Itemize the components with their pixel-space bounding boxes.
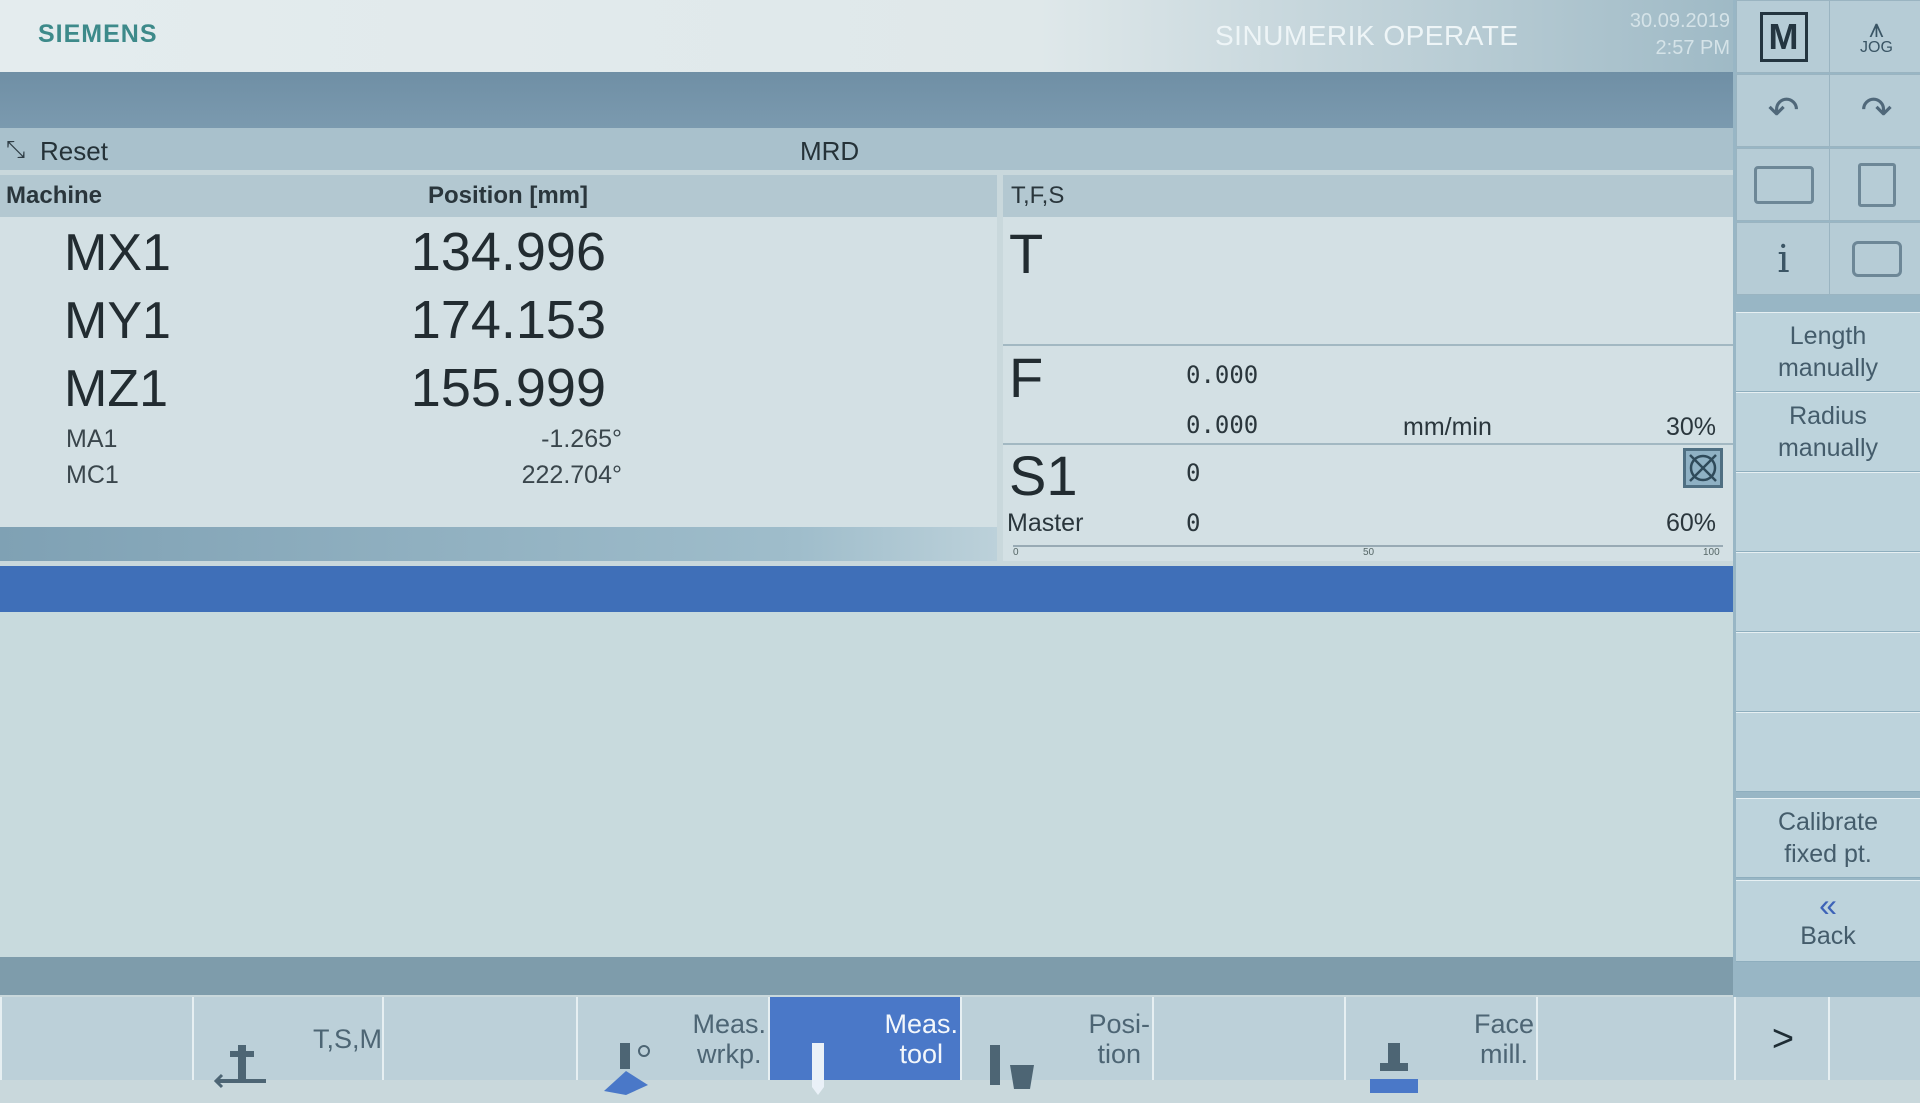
undo-icon: ↶	[1767, 90, 1800, 132]
measure-workpiece-softkey[interactable]: Meas. wrkp.	[576, 997, 788, 1095]
redo-icon: ↷	[1860, 90, 1893, 132]
horizontal-softkey-1[interactable]	[0, 997, 214, 1080]
tfs-header: T,F,S	[1003, 175, 1733, 217]
spindle-label: S1	[1009, 444, 1078, 507]
tsm-softkey[interactable]: T,S,M	[192, 997, 404, 1089]
dialog-band	[0, 566, 1733, 612]
tsm-icon	[212, 1011, 272, 1089]
axis-name: MA1	[66, 425, 118, 453]
machine-m-icon: M	[1759, 11, 1808, 62]
face-milling-softkey[interactable]: Face mill.	[1344, 997, 1556, 1093]
measure-tool-label: Meas. tool	[884, 1008, 958, 1069]
measure-workpiece-icon	[596, 1011, 656, 1095]
feed-unit: mm/min	[1403, 413, 1492, 441]
divider	[1003, 443, 1733, 445]
back-softkey[interactable]: « Back	[1736, 880, 1920, 962]
reset-status: Reset	[40, 136, 108, 166]
siemens-logo: SIEMENS	[38, 20, 158, 48]
axis-name: MZ1	[64, 360, 168, 418]
machine-column-header: Machine	[6, 182, 103, 209]
axis-value: 174.153	[410, 290, 606, 350]
window-button[interactable]	[1736, 148, 1831, 221]
scale-max: 100	[1703, 547, 1720, 558]
title-bar: SIEMENS SINUMERIK OPERATE 30.09.2019 2:5…	[0, 0, 1733, 72]
program-band	[0, 72, 1733, 128]
vertical-softkey-6[interactable]	[1736, 712, 1920, 792]
info-button[interactable]: i	[1736, 222, 1831, 295]
tool-label: T	[1009, 222, 1044, 285]
spindle-override: 60%	[1666, 509, 1717, 537]
back-label: Back	[1800, 922, 1856, 950]
axes-position-panel: MX1 134.996 MY1 174.153 MZ1 155.999 MA1 …	[0, 217, 997, 527]
measure-tool-softkey[interactable]: Meas. tool	[768, 997, 980, 1095]
feed-value: 0.000	[1186, 411, 1259, 439]
double-chevron-left-icon: «	[1819, 887, 1837, 923]
feed-label: F	[1009, 346, 1044, 409]
radius-manually-softkey[interactable]: Radius manually	[1736, 392, 1920, 472]
axis-value: 155.999	[410, 358, 606, 418]
time-text: 2:57 PM	[1655, 37, 1730, 59]
vertical-softkey-5[interactable]	[1736, 632, 1920, 712]
spindle-stop-icon	[1683, 448, 1723, 488]
tsm-label: T,S,M	[312, 1023, 382, 1054]
axis-name: MX1	[64, 224, 171, 282]
channel-status-row: ⤡ Reset MRD	[0, 128, 1733, 170]
calibrate-fixed-point-softkey[interactable]: Calibrate fixed pt.	[1736, 798, 1920, 878]
master-label: Master	[1007, 509, 1084, 537]
camera-icon	[1851, 240, 1902, 277]
axis-value: 134.996	[410, 222, 606, 282]
window-icon	[1753, 165, 1814, 204]
next-softkey-bar-button[interactable]: >	[1734, 997, 1832, 1080]
jog-label: JOG	[1860, 38, 1893, 56]
master-value: 0	[1186, 509, 1201, 537]
disabled-softkey[interactable]	[382, 997, 594, 1080]
calculator-icon	[1857, 162, 1896, 207]
message-strip	[0, 957, 1733, 995]
calculator-button[interactable]	[1829, 148, 1920, 221]
face-mill-icon	[1364, 1011, 1424, 1093]
divider	[1003, 344, 1733, 346]
horizontal-softkey-9[interactable]	[1536, 997, 1756, 1080]
horizontal-softkey-extra[interactable]	[1828, 997, 1920, 1080]
screenshot-button[interactable]	[1829, 222, 1920, 295]
position-column-header: Position [mm]	[428, 182, 588, 209]
position-icon	[980, 1011, 1040, 1089]
vertical-softkey-4[interactable]	[1736, 552, 1920, 632]
tfs-panel: T F 0.000 0.000 mm/min 30% S1 0 Master 0…	[1003, 217, 1733, 561]
jog-mode-button[interactable]: ⩚ JOG	[1829, 0, 1920, 73]
axis-value: -1.265°	[541, 425, 622, 453]
position-softkey[interactable]: Posi- tion	[960, 997, 1172, 1089]
axis-name: MY1	[64, 292, 171, 350]
axes-footer-bar	[0, 527, 997, 561]
feed-value: 0.000	[1186, 361, 1259, 389]
tfs-title: T,F,S	[1011, 182, 1065, 209]
product-name: SINUMERIK OPERATE	[1215, 20, 1519, 51]
feed-override: 30%	[1666, 413, 1717, 441]
scale-min: 0	[1013, 547, 1019, 558]
horizontal-softkey-7[interactable]	[1152, 997, 1364, 1080]
scale-mid: 50	[1363, 547, 1375, 558]
work-area	[0, 612, 1733, 957]
spindle-speed: 0	[1186, 459, 1201, 487]
axis-name: MC1	[66, 461, 119, 489]
machine-area-button[interactable]: M	[1736, 0, 1831, 73]
reset-icon: ⤡	[6, 136, 26, 163]
date-text: 30.09.2019	[1629, 10, 1730, 32]
vertical-softkey-3[interactable]	[1736, 472, 1920, 552]
position-label: Posi- tion	[1088, 1008, 1150, 1069]
measure-tool-icon	[788, 1011, 848, 1095]
axis-value: 222.704°	[521, 461, 622, 489]
axes-header: Machine Position [mm]	[0, 175, 997, 217]
redo-button[interactable]: ↷	[1829, 74, 1920, 147]
info-icon: i	[1777, 236, 1790, 281]
length-manually-softkey[interactable]: Length manually	[1736, 312, 1920, 392]
datetime: 30.09.2019 2:57 PM	[1580, 8, 1730, 62]
spindle-load-scale: 0 50 100	[1013, 545, 1723, 558]
operating-mode: MRD	[800, 136, 860, 166]
face-mill-label: Face mill.	[1473, 1008, 1534, 1069]
jog-icon: ⩚	[1869, 12, 1884, 43]
undo-button[interactable]: ↶	[1736, 74, 1831, 147]
measure-workpiece-label: Meas. wrkp.	[692, 1008, 766, 1069]
